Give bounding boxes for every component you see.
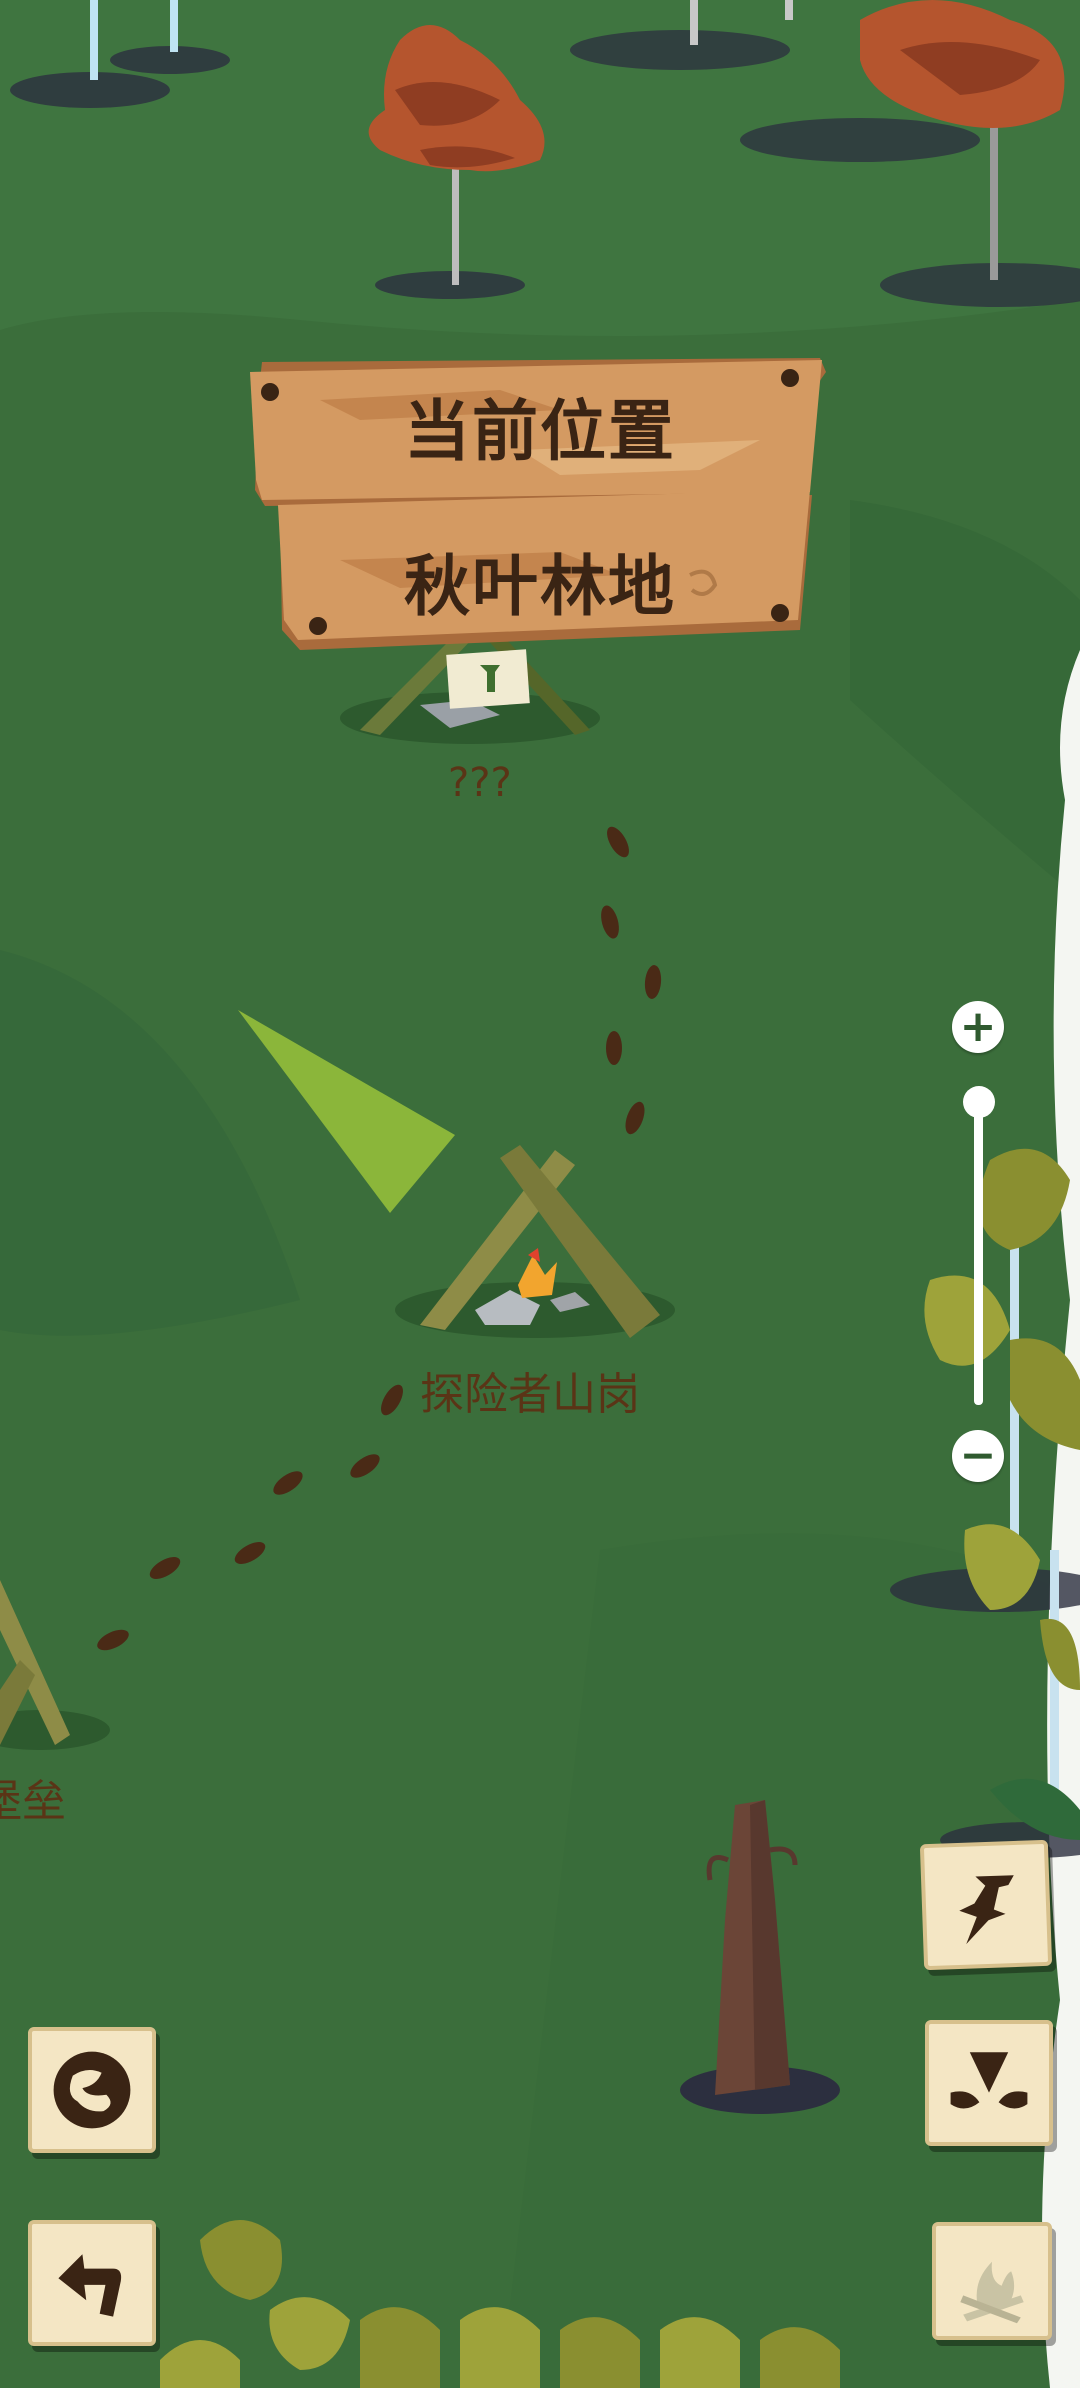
back-button[interactable]: [28, 2220, 156, 2346]
world-map-button[interactable]: [28, 2027, 156, 2153]
campfire-icon: [960, 2261, 1024, 2324]
back-arrow-icon: [58, 2254, 122, 2317]
location-label-explorer-hill: 探险者山岗: [420, 1369, 640, 1420]
marker-button[interactable]: [925, 2020, 1053, 2146]
zoom-slider-track[interactable]: [974, 1100, 983, 1405]
marker-icon: [950, 2052, 1028, 2109]
world-map-background[interactable]: [0, 0, 1080, 2388]
location-label-fortress: 堡垒: [0, 1765, 78, 1829]
sign-location-name: 秋叶林地: [404, 548, 676, 625]
pin-icon: [959, 1875, 1014, 1945]
sign-title: 当前位置: [404, 393, 676, 470]
zoom-out-button[interactable]: −: [952, 1430, 1004, 1482]
pin-button[interactable]: [919, 1839, 1053, 1971]
zoom-slider-handle[interactable]: [963, 1086, 995, 1118]
location-label-unknown: ???: [448, 760, 512, 806]
globe-icon: [53, 2051, 131, 2129]
minus-icon: −: [959, 1430, 997, 1481]
plus-icon: +: [959, 1001, 997, 1052]
location-label-fortress-text: 堡垒: [0, 1776, 66, 1827]
campfire-button[interactable]: [932, 2222, 1052, 2340]
zoom-in-button[interactable]: +: [952, 1001, 1004, 1053]
